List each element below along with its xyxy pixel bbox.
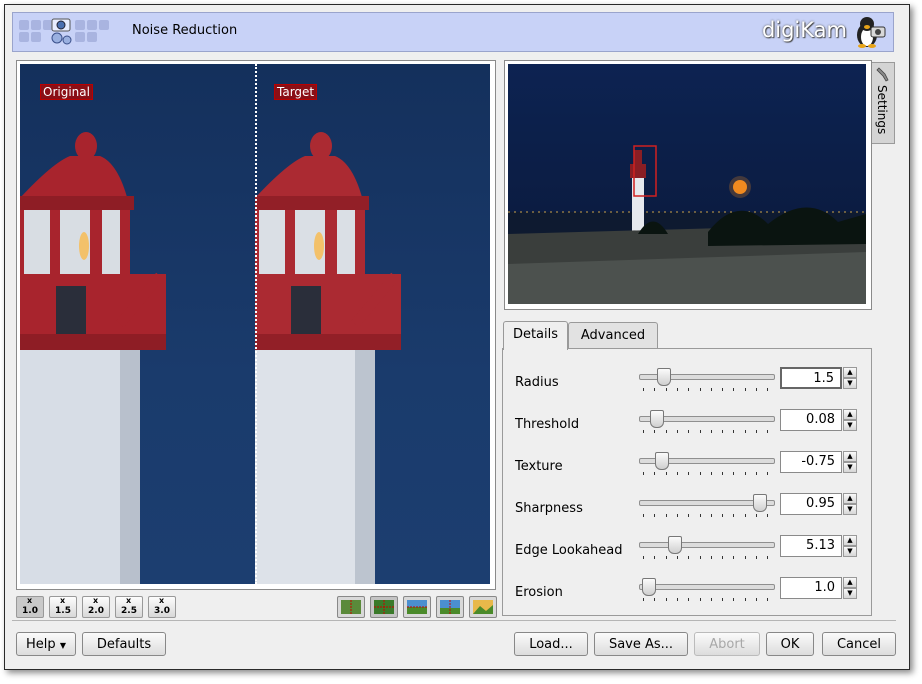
setting-value-input[interactable]: -0.75 (780, 451, 842, 473)
zoom-3.0-button[interactable]: x 3.0 (148, 596, 176, 618)
spin-up-icon[interactable]: ▲ (843, 493, 857, 504)
setting-slider[interactable] (639, 578, 775, 596)
tab-details[interactable]: Details (503, 321, 568, 350)
image-preview[interactable]: Original Target (16, 60, 496, 590)
target-preview[interactable]: Target (255, 64, 490, 584)
spin-up-icon[interactable]: ▲ (843, 577, 857, 588)
split-divider[interactable] (255, 64, 257, 584)
setting-row: Edge Lookahead 5.13 ▲ ▼ (503, 521, 871, 561)
spin-buttons: ▲ ▼ (843, 367, 857, 389)
compare-horizontal-icon[interactable] (403, 596, 431, 618)
slider-handle[interactable] (642, 578, 656, 596)
lighthouse-target-image (255, 132, 401, 584)
spin-down-icon[interactable]: ▼ (843, 462, 857, 473)
settings-panel: Radius 1.5 ▲ ▼ Threshold 0.08 ▲ ▼ Texture -0.75 ▲ ▼… (502, 348, 872, 616)
spin-buttons: ▲ ▼ (843, 409, 857, 431)
abort-button[interactable]: Abort (694, 632, 760, 656)
spin-buttons: ▲ ▼ (843, 451, 857, 473)
slider-ticks (639, 388, 773, 392)
help-button[interactable]: Help ▼ (16, 632, 76, 656)
plugin-icon (19, 18, 111, 46)
setting-value-input[interactable]: 5.13 (780, 535, 842, 557)
spin-buttons: ▲ ▼ (843, 577, 857, 599)
zoom-2.0-button[interactable]: x 2.0 (82, 596, 110, 618)
setting-label: Radius (515, 375, 559, 390)
ok-button[interactable]: OK (766, 632, 814, 656)
spin-down-icon[interactable]: ▼ (843, 378, 857, 389)
brand-label: digiKam (761, 18, 847, 42)
spin-up-icon[interactable]: ▲ (843, 409, 857, 420)
spin-up-icon[interactable]: ▲ (843, 367, 857, 378)
target-label: Target (274, 84, 318, 100)
slider-handle[interactable] (657, 368, 671, 386)
dialog-title: Noise Reduction (132, 23, 238, 38)
setting-label: Texture (515, 459, 563, 474)
setting-label: Threshold (515, 417, 580, 432)
setting-value-input[interactable]: 1.5 (780, 367, 842, 389)
thumbnail-image (508, 64, 866, 304)
setting-slider[interactable] (639, 410, 775, 428)
slider-handle[interactable] (753, 494, 767, 512)
tux-camera-icon (857, 17, 886, 48)
button-separator (12, 620, 896, 621)
setting-row: Sharpness 0.95 ▲ ▼ (503, 479, 871, 519)
spin-down-icon[interactable]: ▼ (843, 588, 857, 599)
load-button[interactable]: Load... (514, 632, 588, 656)
spin-up-icon[interactable]: ▲ (843, 535, 857, 546)
slider-ticks (639, 514, 773, 518)
setting-slider[interactable] (639, 494, 775, 512)
zoom-1.0-button[interactable]: x 1.0 (16, 596, 44, 618)
setting-value-input[interactable]: 1.0 (780, 577, 842, 599)
cancel-button[interactable]: Cancel (822, 632, 896, 656)
slider-handle[interactable] (655, 452, 669, 470)
setting-row: Erosion 1.0 ▲ ▼ (503, 563, 871, 603)
dialog-header: Noise Reduction digiKam (12, 12, 894, 52)
slider-ticks (639, 556, 773, 560)
split-vertical-icon[interactable] (337, 596, 365, 618)
slider-handle[interactable] (650, 410, 664, 428)
setting-label: Sharpness (515, 501, 583, 516)
spin-down-icon[interactable]: ▼ (843, 504, 857, 515)
setting-slider[interactable] (639, 452, 775, 470)
defaults-button[interactable]: Defaults (82, 632, 166, 656)
setting-row: Radius 1.5 ▲ ▼ (503, 353, 871, 393)
slider-ticks (639, 430, 773, 434)
settings-side-tab[interactable]: Settings (872, 62, 895, 144)
original-label: Original (40, 84, 93, 100)
setting-slider[interactable] (639, 368, 775, 386)
zoom-2.5-button[interactable]: x 2.5 (115, 596, 143, 618)
setting-value-input[interactable]: 0.95 (780, 493, 842, 515)
setting-row: Texture -0.75 ▲ ▼ (503, 437, 871, 477)
original-preview[interactable]: Original (20, 64, 255, 584)
spin-up-icon[interactable]: ▲ (843, 451, 857, 462)
compare-vertical-icon[interactable] (436, 596, 464, 618)
setting-value-input[interactable]: 0.08 (780, 409, 842, 431)
lighthouse-original-image (20, 132, 166, 584)
chevron-down-icon: ▼ (59, 641, 66, 650)
setting-row: Threshold 0.08 ▲ ▼ (503, 395, 871, 435)
setting-label: Edge Lookahead (515, 543, 623, 558)
slider-ticks (639, 598, 773, 602)
zoom-1.5-button[interactable]: x 1.5 (49, 596, 77, 618)
spin-buttons: ▲ ▼ (843, 535, 857, 557)
split-horizontal-icon[interactable] (370, 596, 398, 618)
spin-buttons: ▲ ▼ (843, 493, 857, 515)
setting-slider[interactable] (639, 536, 775, 554)
slider-handle[interactable] (668, 536, 682, 554)
target-only-icon[interactable] (469, 596, 497, 618)
setting-label: Erosion (515, 585, 563, 600)
wrench-icon (876, 67, 889, 82)
settings-tab-label: Settings (875, 85, 889, 135)
tab-advanced[interactable]: Advanced (568, 322, 658, 349)
spin-down-icon[interactable]: ▼ (843, 546, 857, 557)
thumbnail-navigator[interactable] (504, 60, 872, 310)
spin-down-icon[interactable]: ▼ (843, 420, 857, 431)
slider-ticks (639, 472, 773, 476)
save-as-button[interactable]: Save As... (594, 632, 688, 656)
